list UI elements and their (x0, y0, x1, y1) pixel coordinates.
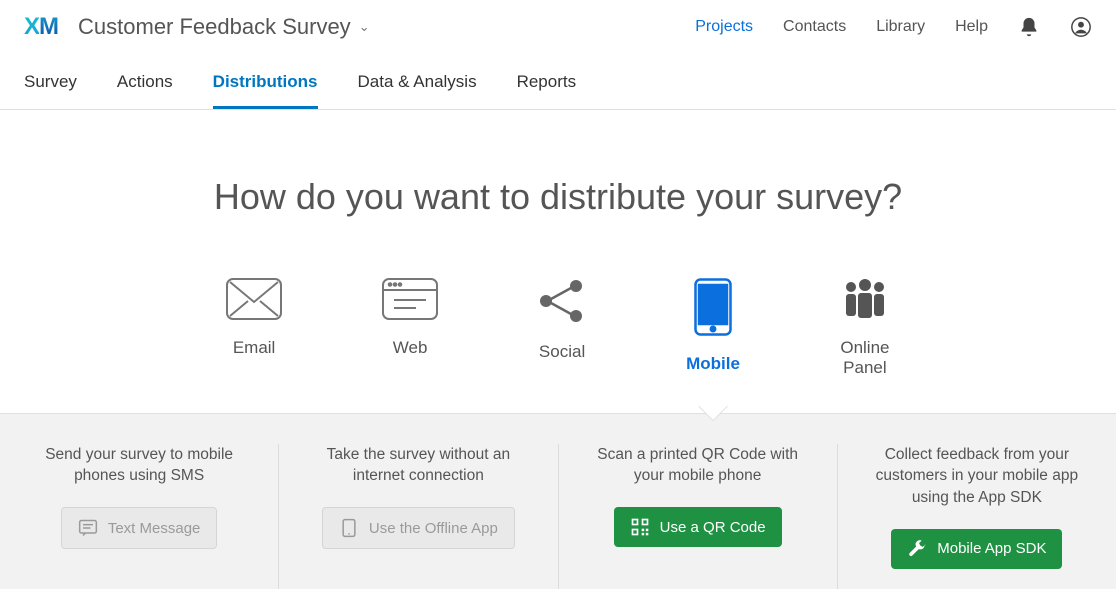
mobile-sdk-button[interactable]: Mobile App SDK (891, 529, 1062, 569)
panel-sms: Send your survey to mobile phones using … (0, 444, 279, 589)
avatar-icon[interactable] (1070, 16, 1092, 38)
bell-icon[interactable] (1018, 16, 1040, 38)
nav-projects[interactable]: Projects (695, 18, 753, 36)
project-dropdown[interactable]: Customer Feedback Survey ⌄ (78, 14, 370, 40)
nav-library[interactable]: Library (876, 18, 925, 36)
tab-survey[interactable]: Survey (24, 60, 77, 109)
text-message-button[interactable]: Text Message (61, 507, 218, 549)
nav-contacts[interactable]: Contacts (783, 18, 846, 36)
mobile-panel: Send your survey to mobile phones using … (0, 413, 1116, 589)
social-icon (538, 278, 586, 324)
panel-desc: Scan a printed QR Code with your mobile … (587, 444, 809, 487)
button-label: Mobile App SDK (937, 540, 1046, 557)
channel-label: Social (539, 342, 585, 362)
button-label: Text Message (108, 520, 201, 537)
web-icon (382, 278, 438, 320)
top-header: XM Customer Feedback Survey ⌄ Projects C… (0, 0, 1116, 60)
panel-desc: Collect feedback from your customers in … (866, 444, 1088, 509)
nav-help[interactable]: Help (955, 18, 988, 36)
tablet-icon (339, 518, 359, 538)
panel-qr: Scan a printed QR Code with your mobile … (559, 444, 838, 589)
panel-offline: Take the survey without an internet conn… (279, 444, 558, 589)
channel-social[interactable]: Social (538, 278, 586, 362)
message-icon (78, 518, 98, 538)
tab-data-analysis[interactable]: Data & Analysis (358, 60, 477, 109)
tab-reports[interactable]: Reports (517, 60, 577, 109)
mobile-icon (694, 278, 732, 336)
panel-desc: Take the survey without an internet conn… (307, 444, 529, 487)
online-panel-icon (840, 278, 890, 320)
tab-distributions[interactable]: Distributions (213, 60, 318, 109)
channel-email[interactable]: Email (226, 278, 282, 358)
email-icon (226, 278, 282, 320)
sub-nav: Survey Actions Distributions Data & Anal… (0, 60, 1116, 110)
channel-label: Email (233, 338, 276, 358)
panel-desc: Send your survey to mobile phones using … (28, 444, 250, 487)
channel-mobile[interactable]: Mobile (686, 278, 740, 374)
channel-label: Mobile (686, 354, 740, 374)
page-heading: How do you want to distribute your surve… (0, 176, 1116, 218)
project-title-text: Customer Feedback Survey (78, 14, 351, 40)
channel-label: Web (393, 338, 428, 358)
button-label: Use the Offline App (369, 520, 498, 537)
channel-web[interactable]: Web (382, 278, 438, 358)
panel-sdk: Collect feedback from your customers in … (838, 444, 1116, 589)
channel-online-panel[interactable]: Online Panel (840, 278, 890, 379)
wrench-icon (907, 539, 927, 559)
top-nav: Projects Contacts Library Help (695, 16, 1092, 38)
button-label: Use a QR Code (660, 519, 766, 536)
xm-logo[interactable]: XM (24, 13, 58, 41)
tab-actions[interactable]: Actions (117, 60, 173, 109)
qr-icon (630, 517, 650, 537)
chevron-down-icon: ⌄ (359, 19, 370, 35)
channel-label: Online Panel (840, 338, 889, 379)
channel-list: Email Web Social Mobile Online Panel (0, 278, 1116, 413)
qr-code-button[interactable]: Use a QR Code (614, 507, 782, 547)
offline-app-button[interactable]: Use the Offline App (322, 507, 515, 549)
